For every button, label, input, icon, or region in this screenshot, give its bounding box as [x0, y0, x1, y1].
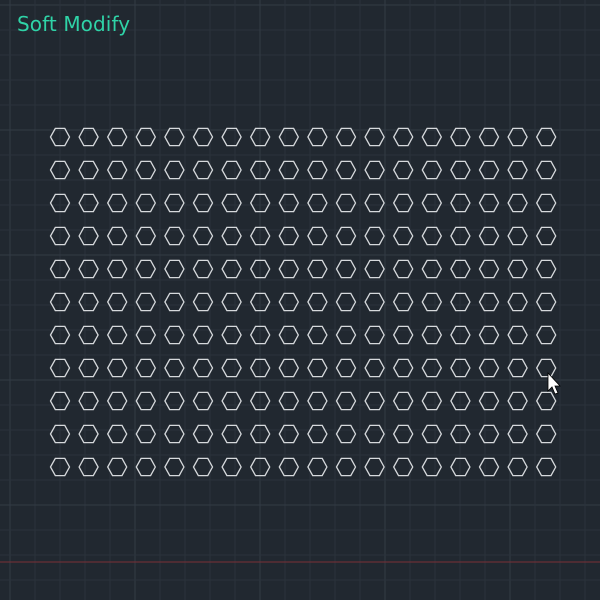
arrow-cursor-icon [547, 371, 561, 395]
cad-viewport[interactable]: Soft Modify [0, 0, 600, 600]
